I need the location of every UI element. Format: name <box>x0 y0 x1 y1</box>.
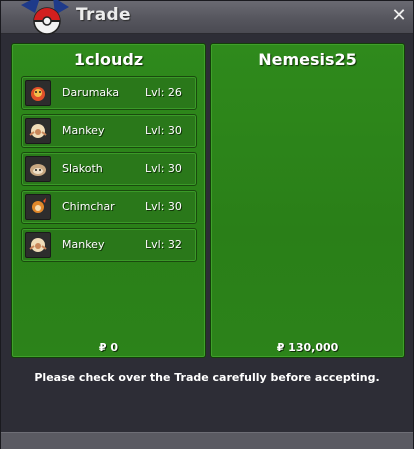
pokemon-slot[interactable]: Darumaka Lvl: 26 <box>21 76 197 110</box>
bottom-bar <box>1 432 413 449</box>
mankey-sprite-icon <box>25 232 51 258</box>
trade-panel-left: 1cloudz Darumaka Lvl: 26 Mankey Lvl: 30 … <box>11 43 206 358</box>
close-icon[interactable]: ✕ <box>389 6 409 26</box>
left-trainer-name: 1cloudz <box>73 50 144 69</box>
pokemon-name: Darumaka <box>62 86 120 99</box>
pokemon-level: Lvl: 26 <box>145 86 182 99</box>
darumaka-sprite-icon <box>25 80 51 106</box>
mankey-sprite-icon <box>25 118 51 144</box>
pokemon-level: Lvl: 30 <box>145 200 182 213</box>
pokeball-logo-icon <box>21 0 69 35</box>
pokemon-level: Lvl: 32 <box>145 238 182 251</box>
pokemon-name: Mankey <box>62 124 105 137</box>
pokemon-level: Lvl: 30 <box>145 124 182 137</box>
trade-notice: Please check over the Trade carefully be… <box>34 371 380 384</box>
slakoth-sprite-icon <box>25 156 51 182</box>
pokemon-slot[interactable]: Mankey Lvl: 30 <box>21 114 197 148</box>
trade-panel-right: Nemesis25 ₽ 130,000 <box>210 43 405 358</box>
pokemon-name: Mankey <box>62 238 105 251</box>
window-title: Trade <box>76 5 131 25</box>
right-money: ₽ 130,000 <box>276 341 339 354</box>
pokemon-level: Lvl: 30 <box>145 162 182 175</box>
pokemon-slot[interactable]: Mankey Lvl: 32 <box>21 228 197 262</box>
pokemon-slot[interactable]: Chimchar Lvl: 30 <box>21 190 197 224</box>
pokemon-slot[interactable]: Slakoth Lvl: 30 <box>21 152 197 186</box>
right-trainer-name: Nemesis25 <box>258 50 357 69</box>
pokemon-name: Chimchar <box>62 200 115 213</box>
trade-window: Trade ✕ 1cloudz Darumaka Lvl: 26 Mankey … <box>0 0 414 449</box>
left-money: ₽ 0 <box>98 341 119 354</box>
pokemon-name: Slakoth <box>62 162 103 175</box>
chimchar-sprite-icon <box>25 194 51 220</box>
title-bar[interactable]: Trade ✕ <box>1 0 413 35</box>
